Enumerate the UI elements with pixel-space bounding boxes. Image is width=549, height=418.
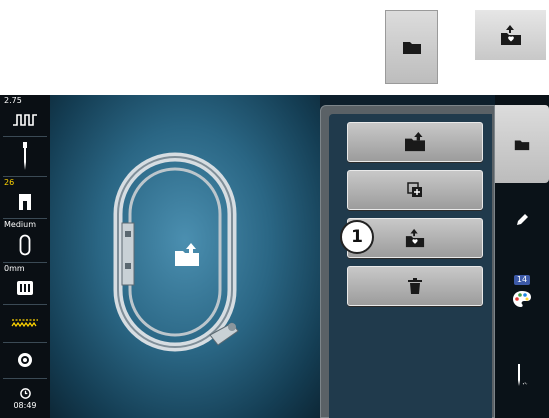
presser-foot-value: 26 — [4, 178, 15, 187]
folder-icon — [402, 42, 421, 54]
load-design-button[interactable] — [347, 122, 483, 162]
trash-icon — [408, 278, 422, 294]
tab-stitch-info[interactable] — [495, 345, 549, 405]
folder-upload-icon — [405, 132, 425, 152]
stitch-pattern-icon — [11, 319, 38, 328]
hoop-size-status[interactable]: Medium — [0, 219, 50, 261]
feed-dog-label: 0mm — [4, 264, 25, 273]
callout-marker: 1 — [340, 220, 374, 254]
save-favorite-button[interactable]: 1 — [340, 218, 483, 258]
pencil-icon — [517, 214, 528, 225]
stitch-plate-icon — [17, 281, 33, 295]
tab-edit[interactable] — [495, 195, 549, 245]
thread-tension-value: 2.75 — [4, 96, 22, 105]
tab-color[interactable] — [495, 260, 549, 320]
clock-status[interactable]: 08:49 — [0, 379, 50, 418]
file-menu-inner: 1 — [329, 114, 492, 418]
favorite-save-icon — [500, 25, 521, 45]
clock-icon — [19, 387, 31, 399]
bobbin-status[interactable] — [0, 343, 50, 377]
needle-status[interactable] — [0, 137, 50, 175]
tab-file[interactable] — [495, 105, 549, 183]
duplicate-icon — [407, 182, 422, 197]
clock-time: 08:49 — [13, 400, 37, 410]
stitch-plate-status[interactable]: 0mm — [0, 263, 50, 303]
needle-icon — [23, 142, 27, 170]
hoop-size-label: Medium — [4, 220, 36, 229]
color-count-badge: 14 — [514, 275, 530, 285]
needle-info-icon — [518, 364, 528, 386]
save-favorite-reference-button[interactable] — [475, 10, 546, 60]
folder-upload-icon — [175, 243, 199, 266]
stitch-pattern-status[interactable] — [0, 305, 50, 341]
bobbin-icon — [18, 353, 32, 367]
hoop-icon — [19, 234, 31, 256]
delete-button[interactable] — [347, 266, 483, 306]
save-favorite-icon — [405, 228, 425, 248]
palette-icon — [513, 291, 531, 307]
tension-icon — [13, 114, 37, 126]
screenshot-root: 2.75 26 Medium 0mm 08:49 1 14 — [0, 0, 549, 418]
thread-tension-status[interactable]: 2.75 — [0, 95, 50, 135]
presser-foot-status[interactable]: 26 — [0, 177, 50, 217]
machine-screen: 2.75 26 Medium 0mm 08:49 1 14 — [0, 95, 549, 418]
file-menu-panel: 1 — [320, 105, 495, 418]
folder-icon — [514, 140, 530, 150]
folder-reference-button[interactable] — [385, 10, 438, 84]
duplicate-button[interactable] — [347, 170, 483, 210]
tab-bar: 14 — [495, 95, 549, 418]
presser-foot-icon — [19, 194, 31, 210]
status-bar: 2.75 26 Medium 0mm 08:49 — [0, 95, 50, 418]
embroidery-work-area — [50, 95, 320, 418]
